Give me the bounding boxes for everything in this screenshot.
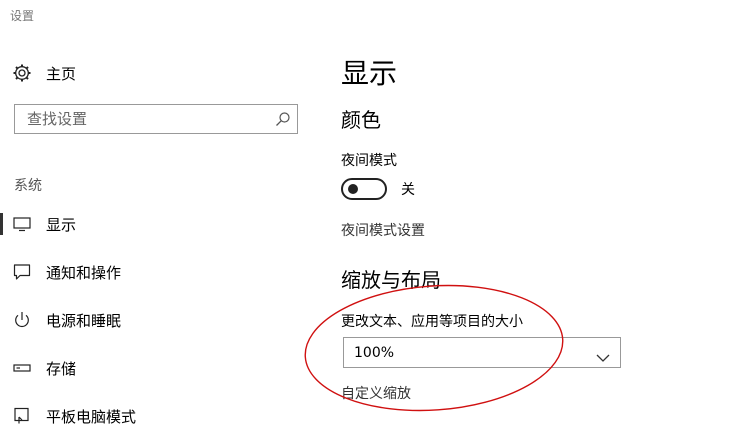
- sidebar-home-label: 主页: [46, 64, 77, 83]
- message-icon: [12, 262, 32, 282]
- color-section-heading: 颜色: [341, 108, 381, 132]
- scale-dropdown[interactable]: 100%: [343, 337, 621, 368]
- sidebar-item-label: 电源和睡眠: [46, 311, 122, 330]
- night-mode-toggle[interactable]: [341, 178, 387, 200]
- night-mode-toggle-row: 关: [341, 178, 415, 200]
- sidebar-item-label: 存储: [46, 359, 77, 378]
- scale-label: 更改文本、应用等项目的大小: [341, 314, 523, 330]
- power-icon: [12, 310, 32, 330]
- gear-icon: [12, 63, 32, 83]
- search-icon[interactable]: [275, 111, 291, 127]
- sidebar-item-power[interactable]: 电源和睡眠: [0, 305, 300, 335]
- sidebar-item-label: 平板电脑模式: [46, 407, 137, 424]
- app-title: 设置: [10, 9, 35, 23]
- night-mode-label: 夜间模式: [341, 153, 397, 169]
- sidebar-item-notifications[interactable]: 通知和操作: [0, 257, 300, 287]
- chevron-down-icon: [596, 348, 610, 362]
- night-mode-state: 关: [401, 182, 415, 198]
- sidebar-item-label: 显示: [46, 215, 77, 234]
- storage-icon: [12, 358, 32, 378]
- custom-scaling-link[interactable]: 自定义缩放: [341, 383, 411, 403]
- sidebar-item-display[interactable]: 显示: [0, 209, 300, 239]
- monitor-icon: [12, 214, 32, 234]
- sidebar-item-tablet-mode[interactable]: 平板电脑模式: [0, 401, 300, 424]
- toggle-knob: [348, 184, 358, 194]
- tablet-icon: [12, 406, 32, 424]
- selected-indicator: [0, 213, 3, 235]
- sidebar-item-label: 通知和操作: [46, 263, 122, 282]
- scale-section-heading: 缩放与布局: [341, 268, 441, 292]
- search-box[interactable]: [14, 104, 298, 134]
- search-input[interactable]: [25, 109, 269, 129]
- night-mode-settings-link[interactable]: 夜间模式设置: [341, 220, 425, 240]
- settings-window: 设置 主页 查找设置 系统 显示 通知和操作 电源和睡眠 存储 平板电脑模式 显…: [0, 0, 734, 424]
- scale-dropdown-value: 100%: [354, 344, 395, 361]
- page-title: 显示: [341, 57, 398, 90]
- section-label-system: 系统: [14, 178, 42, 194]
- sidebar-home[interactable]: 主页: [12, 60, 76, 86]
- sidebar-item-storage[interactable]: 存储: [0, 353, 300, 383]
